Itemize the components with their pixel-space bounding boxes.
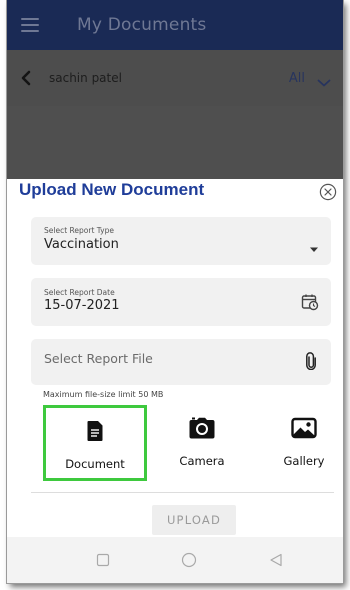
close-circle-icon[interactable] [319,183,337,201]
report-file-field[interactable]: Select Report File [31,339,331,385]
camera-option[interactable]: Camera [150,405,254,481]
report-date-label: Select Report Date [44,288,115,297]
gallery-option-label: Gallery [283,454,325,468]
circle-icon[interactable] [180,551,198,569]
calendar-clock-icon[interactable] [301,293,319,315]
camera-icon [150,417,254,439]
hamburger-menu-icon[interactable] [21,18,39,32]
filter-bar: sachin patel All [7,50,343,107]
upload-button[interactable]: UPLOAD [152,505,236,535]
app-bar-title: My Documents [77,15,207,35]
upload-bottom-sheet: Upload New Document Select Report Type V… [7,179,343,537]
report-type-label: Select Report Type [44,226,114,235]
document-option-label: Document [65,457,125,471]
report-date-field[interactable]: Select Report Date 15-07-2021 [31,278,331,326]
app-bar: My Documents [7,0,343,50]
system-nav-bar [7,537,343,583]
scrim-overlay[interactable] [7,106,343,179]
gallery-option[interactable]: Gallery [252,405,343,481]
sheet-title: Upload New Document [19,180,205,199]
report-type-select[interactable]: Select Report Type Vaccination [31,217,331,265]
chevron-down-icon[interactable] [317,73,331,87]
triangle-back-icon[interactable] [267,551,285,569]
report-date-value: 15-07-2021 [44,298,120,313]
document-icon [46,420,144,442]
filter-value[interactable]: All [289,71,305,86]
paperclip-icon[interactable] [305,352,317,374]
dropdown-arrow-icon [309,238,319,257]
report-type-value: Vaccination [44,237,119,252]
document-option[interactable]: Document [43,405,147,481]
camera-option-label: Camera [179,454,225,468]
square-icon[interactable] [94,551,112,569]
phone-screen: My Documents sachin patel All Upload New… [7,0,343,583]
sheet-divider [31,492,334,493]
chevron-left-icon[interactable] [21,69,35,87]
gallery-icon [252,417,343,439]
patient-name: sachin patel [49,71,122,85]
report-file-placeholder: Select Report File [44,351,153,366]
file-size-hint: Maximum file-size limit 50 MB [43,390,164,399]
